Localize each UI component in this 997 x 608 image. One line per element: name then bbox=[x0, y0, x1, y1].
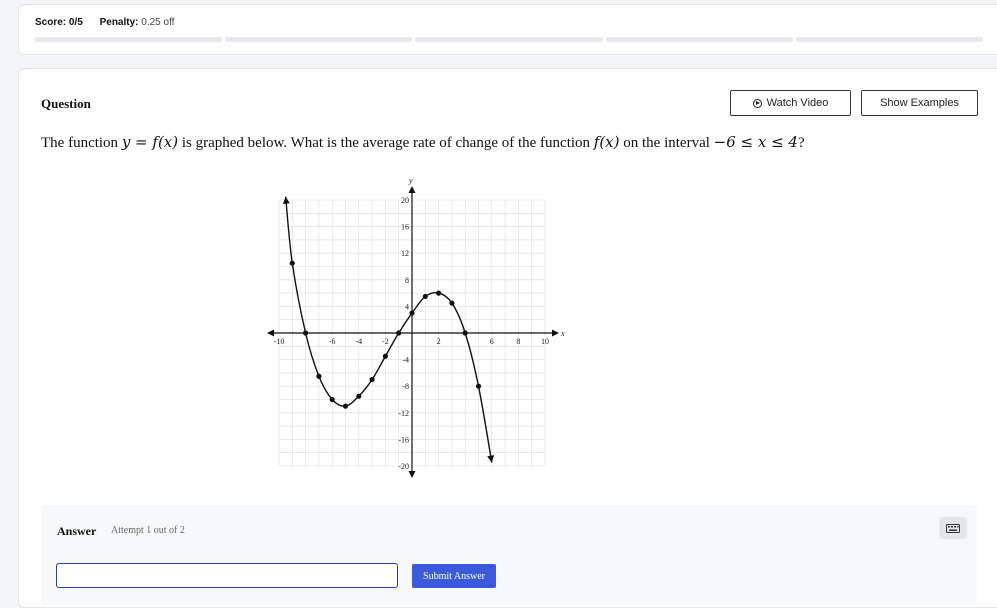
data-point bbox=[462, 330, 468, 336]
question-label: Question bbox=[41, 96, 91, 111]
data-point bbox=[356, 393, 362, 399]
y-axis-label: y bbox=[408, 176, 413, 185]
data-point bbox=[409, 310, 415, 316]
score-value: 0/5 bbox=[68, 17, 83, 28]
y-tick-label: 20 bbox=[401, 196, 409, 205]
curve-arrow-end bbox=[487, 455, 495, 463]
data-point bbox=[303, 330, 309, 336]
progress-segment bbox=[225, 37, 413, 42]
penalty-value: 0.25 off bbox=[141, 17, 175, 28]
question-text: The function y = f(x) is graphed below. … bbox=[41, 133, 805, 152]
x-tick-label: 2 bbox=[437, 337, 441, 346]
keyboard-button[interactable] bbox=[939, 517, 967, 539]
data-point bbox=[449, 300, 455, 306]
x-tick-label: 6 bbox=[490, 337, 494, 346]
y-tick-label: 8 bbox=[405, 276, 409, 285]
score-line: Score: 0/5 Penalty: 0.25 off bbox=[35, 17, 174, 28]
data-point bbox=[289, 260, 295, 266]
x-tick-label: -4 bbox=[355, 337, 362, 346]
y-axis-arrow bbox=[408, 186, 416, 193]
keyboard-icon bbox=[946, 523, 960, 533]
progress-segment bbox=[605, 37, 793, 42]
question-text-part: is graphed below. What is the average ra… bbox=[178, 135, 594, 151]
play-icon bbox=[752, 98, 762, 108]
data-point bbox=[475, 383, 482, 389]
x-axis-label: x bbox=[560, 329, 565, 338]
watch-video-button[interactable]: Watch Video bbox=[730, 90, 851, 116]
data-point bbox=[369, 376, 375, 383]
watch-video-label: Watch Video bbox=[766, 97, 829, 109]
answer-section: Answer Attempt 1 out of 2 Submit Answer bbox=[41, 505, 977, 605]
x-tick-label: -10 bbox=[274, 337, 285, 346]
question-card: Question Watch Video Show Examples The f… bbox=[18, 68, 997, 608]
answer-input[interactable] bbox=[56, 563, 398, 588]
y-tick-label: 16 bbox=[401, 223, 409, 232]
answer-label: Answer bbox=[57, 524, 97, 538]
submit-answer-button[interactable]: Submit Answer bbox=[412, 564, 496, 588]
question-text-part: on the interval bbox=[619, 135, 714, 151]
progress-segment bbox=[415, 37, 603, 42]
progress-segment bbox=[35, 37, 223, 42]
score-label: Score: bbox=[35, 17, 67, 28]
y-tick-label: 12 bbox=[401, 249, 409, 258]
y-tick-label: -4 bbox=[402, 356, 409, 365]
penalty-label: Penalty: bbox=[99, 17, 139, 28]
data-point bbox=[316, 373, 322, 379]
y-tick-label: -12 bbox=[398, 409, 409, 418]
math-expression: y = f(x) bbox=[121, 133, 179, 151]
data-point bbox=[329, 396, 335, 403]
x-tick-label: 8 bbox=[516, 337, 520, 346]
progress-bar bbox=[35, 37, 984, 42]
y-tick-label: -16 bbox=[398, 435, 409, 444]
y-tick-label: 4 bbox=[405, 302, 409, 311]
math-expression: −6 ≤ x ≤ 4 bbox=[713, 133, 798, 151]
x-tick-label: -2 bbox=[382, 337, 389, 346]
y-axis-arrow bbox=[408, 471, 416, 478]
x-axis-arrow bbox=[267, 329, 274, 337]
progress-segment bbox=[795, 37, 984, 42]
question-text-part: ? bbox=[797, 135, 805, 151]
x-axis-arrow bbox=[552, 329, 559, 337]
data-point bbox=[342, 403, 349, 409]
data-point bbox=[422, 293, 428, 300]
data-point bbox=[382, 353, 388, 359]
x-tick-label: 10 bbox=[541, 337, 549, 346]
data-point bbox=[436, 290, 442, 296]
function-curve bbox=[284, 196, 493, 463]
x-tick-label: -6 bbox=[329, 337, 336, 346]
y-tick-label: -8 bbox=[402, 382, 409, 391]
attempt-counter: Attempt 1 out of 2 bbox=[111, 525, 185, 536]
data-point bbox=[396, 330, 402, 336]
score-card: Score: 0/5 Penalty: 0.25 off bbox=[18, 4, 997, 55]
function-graph: x y -10 -6 -4 -2 2 6 8 10 20 16 12 8 4 -4 -8 -12 -16 -20 bbox=[267, 176, 565, 478]
math-expression: f(x) bbox=[593, 133, 620, 151]
show-examples-button[interactable]: Show Examples bbox=[861, 90, 978, 116]
y-tick-label: -20 bbox=[398, 462, 409, 471]
question-text-part: The function bbox=[41, 135, 122, 151]
